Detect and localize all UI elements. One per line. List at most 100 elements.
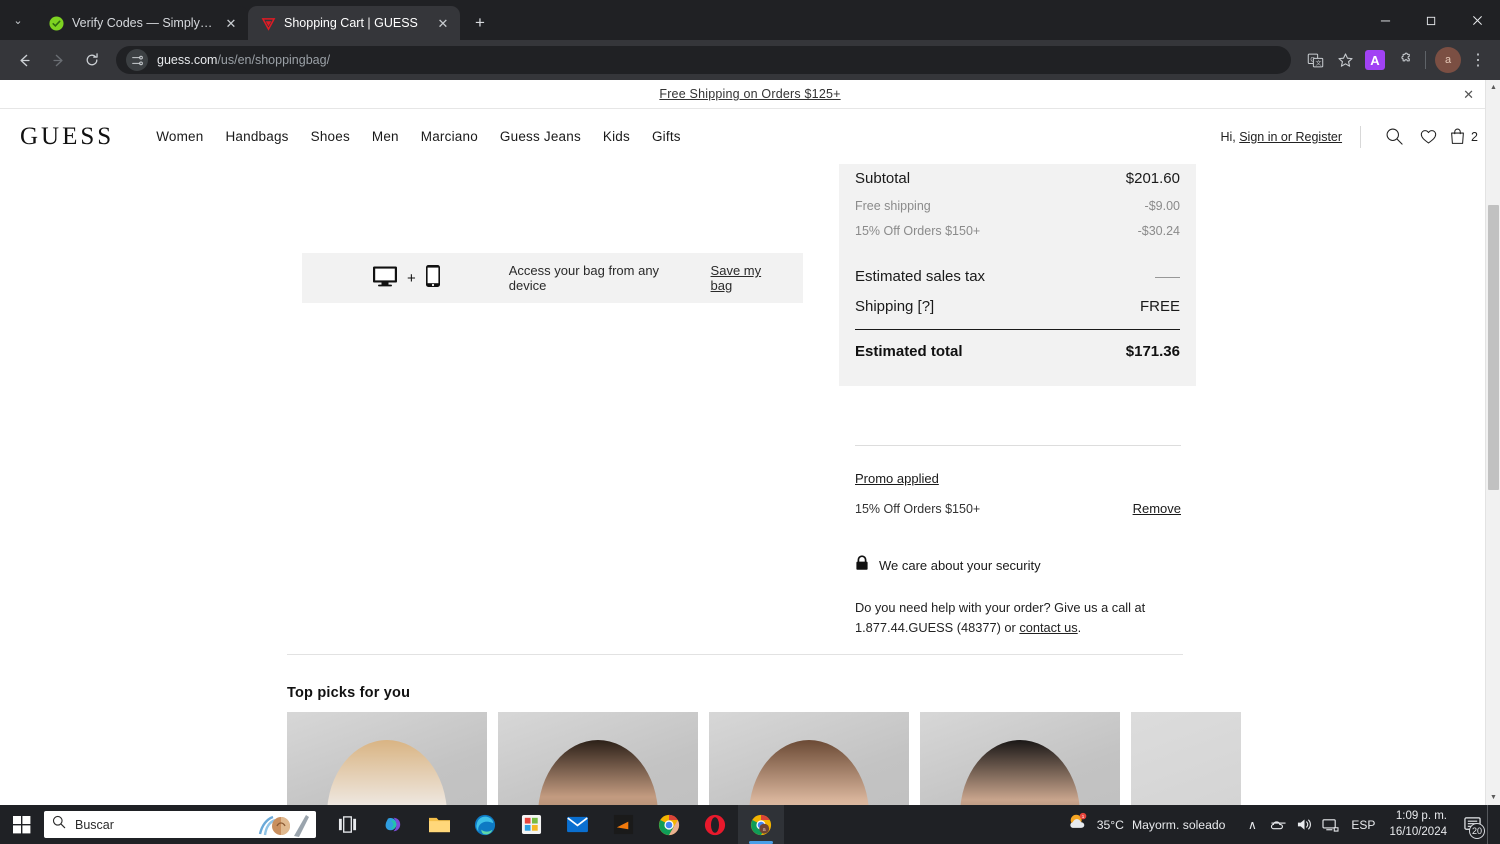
notification-center-icon[interactable]: 20 xyxy=(1457,805,1487,844)
nav-item-men[interactable]: Men xyxy=(372,129,399,144)
discount-label: 15% Off Orders $150+ xyxy=(855,224,981,238)
browser-tab-2-close-icon[interactable]: ✕ xyxy=(434,14,452,32)
product-card-1[interactable] xyxy=(287,712,487,805)
security-block: We care about your security Do you need … xyxy=(855,555,1185,638)
save-bag-banner: + Access your bag from any device Save m… xyxy=(302,253,803,303)
address-bar-url: guess.com/us/en/shoppingbag/ xyxy=(157,53,330,67)
nav-item-shoes[interactable]: Shoes xyxy=(311,129,350,144)
task-view-icon[interactable] xyxy=(324,805,370,844)
window-maximize-button[interactable] xyxy=(1408,0,1454,40)
promo-bar-link[interactable]: Free Shipping on Orders $125+ xyxy=(659,87,840,101)
taskbar-search-box[interactable]: Buscar xyxy=(44,811,316,838)
search-illustration xyxy=(258,815,309,837)
browser-tab-2-title: Shopping Cart | GUESS xyxy=(284,16,418,30)
file-explorer-icon[interactable] xyxy=(416,805,462,844)
save-bag-text: Access your bag from any device xyxy=(508,263,660,293)
window-close-button[interactable] xyxy=(1454,0,1500,40)
weather-widget[interactable]: 1 35°C Mayorm. soleado xyxy=(1067,812,1226,837)
security-row: We care about your security xyxy=(855,555,1185,576)
scroll-up-arrow-icon[interactable]: ▲ xyxy=(1486,80,1500,95)
nav-item-gifts[interactable]: Gifts xyxy=(652,129,681,144)
product-card-5[interactable] xyxy=(1131,712,1241,805)
free-shipping-value: -$9.00 xyxy=(1144,199,1180,213)
toolbar-divider xyxy=(1425,51,1426,69)
search-icon[interactable] xyxy=(1377,122,1411,152)
extension-a-icon[interactable]: A xyxy=(1361,46,1389,74)
mail-icon[interactable] xyxy=(554,805,600,844)
profile-avatar-icon[interactable]: a xyxy=(1434,46,1462,74)
taskbar-clock[interactable]: 1:09 p. m. 16/10/2024 xyxy=(1383,809,1457,840)
weather-description: Mayorm. soleado xyxy=(1131,817,1226,832)
nav-item-handbags[interactable]: Handbags xyxy=(225,129,288,144)
nav-item-guess-jeans[interactable]: Guess Jeans xyxy=(500,129,581,144)
contact-us-link[interactable]: contact us xyxy=(1019,620,1077,635)
scrollbar-thumb[interactable] xyxy=(1488,205,1499,490)
product-card-3[interactable] xyxy=(709,712,909,805)
account-greeting: Hi, Sign in or Register xyxy=(1220,130,1342,144)
header-actions: Hi, Sign in or Register 2 xyxy=(1220,122,1478,152)
reload-button-icon[interactable] xyxy=(76,44,108,76)
nav-item-kids[interactable]: Kids xyxy=(603,129,630,144)
product-card-2[interactable] xyxy=(498,712,698,805)
new-tab-button[interactable]: + xyxy=(466,9,494,37)
clock-time: 1:09 p. m. xyxy=(1395,809,1447,822)
guess-logo[interactable]: GUESS xyxy=(20,123,114,151)
estimated-total-value: $171.36 xyxy=(1125,343,1180,360)
microsoft-store-icon[interactable] xyxy=(508,805,554,844)
product-card-4[interactable] xyxy=(920,712,1120,805)
onedrive-icon[interactable] xyxy=(1265,805,1291,844)
taskbar-apps: a xyxy=(324,805,784,844)
bookmark-star-icon[interactable] xyxy=(1331,46,1359,74)
wishlist-heart-icon[interactable] xyxy=(1411,122,1445,152)
browser-tab-1[interactable]: Verify Codes — SimplyCodes ✕ xyxy=(36,6,248,40)
window-minimize-button[interactable] xyxy=(1362,0,1408,40)
subtotal-value: $201.60 xyxy=(1125,170,1180,187)
order-summary-panel: Subtotal $201.60 Free shipping -$9.00 15… xyxy=(839,164,1196,386)
promo-applied-label[interactable]: Promo applied xyxy=(855,471,939,486)
nav-item-women[interactable]: Women xyxy=(156,129,203,144)
product-image-1 xyxy=(327,740,447,805)
translate-icon[interactable]: G文 xyxy=(1301,46,1329,74)
back-button-icon[interactable] xyxy=(8,44,40,76)
product-image-3 xyxy=(749,740,869,805)
save-my-bag-link[interactable]: Save my bag xyxy=(711,263,781,293)
opera-icon[interactable] xyxy=(692,805,738,844)
browser-tab-1-close-icon[interactable]: ✕ xyxy=(222,14,240,32)
header-divider xyxy=(1360,125,1362,148)
promo-bar-close-icon[interactable]: ✕ xyxy=(1463,87,1474,103)
svg-text:文: 文 xyxy=(1315,59,1321,67)
chrome-menu-icon[interactable]: ⋮ xyxy=(1464,46,1492,74)
network-icon[interactable] xyxy=(1317,805,1343,844)
page-scrollbar[interactable]: ▲ ▼ xyxy=(1485,80,1500,805)
scroll-down-arrow-icon[interactable]: ▼ xyxy=(1486,790,1500,805)
nav-item-marciano[interactable]: Marciano xyxy=(421,129,478,144)
shopping-bag-icon[interactable] xyxy=(1445,122,1469,152)
top-picks-divider xyxy=(287,654,1183,655)
browser-tab-2[interactable]: Shopping Cart | GUESS ✕ xyxy=(248,6,460,40)
copilot-icon[interactable] xyxy=(370,805,416,844)
address-bar[interactable]: guess.com/us/en/shoppingbag/ xyxy=(116,46,1291,74)
page-content: + Access your bag from any device Save m… xyxy=(0,164,1500,805)
sign-in-register-link[interactable]: Sign in or Register xyxy=(1239,130,1342,144)
summary-row-total: Estimated total $171.36 xyxy=(855,343,1180,360)
shipping-label[interactable]: Shipping [?] xyxy=(855,298,934,315)
tab-search-chevron-down-icon[interactable]: ⌄ xyxy=(0,0,36,40)
forward-button-icon[interactable] xyxy=(42,44,74,76)
tray-chevron-up-icon[interactable]: ∧ xyxy=(1239,805,1265,844)
phone-icon xyxy=(425,264,441,293)
volume-icon[interactable] xyxy=(1291,805,1317,844)
chrome-profile-icon[interactable]: a xyxy=(738,805,784,844)
windows-start-icon[interactable] xyxy=(0,805,44,844)
greeting-text: Hi, xyxy=(1220,129,1236,144)
language-indicator[interactable]: ESP xyxy=(1343,818,1383,832)
chrome-icon[interactable] xyxy=(646,805,692,844)
show-desktop-button[interactable] xyxy=(1487,805,1492,844)
clock-date: 16/10/2024 xyxy=(1389,825,1447,838)
site-settings-tune-icon[interactable] xyxy=(126,49,148,71)
edge-icon[interactable] xyxy=(462,805,508,844)
promo-remove-link[interactable]: Remove xyxy=(1133,501,1181,516)
extensions-puzzle-icon[interactable] xyxy=(1391,46,1419,74)
weather-temperature: 35°C xyxy=(1096,817,1124,832)
browser-tab-1-title: Verify Codes — SimplyCodes xyxy=(72,16,214,30)
vlc-icon[interactable] xyxy=(600,805,646,844)
